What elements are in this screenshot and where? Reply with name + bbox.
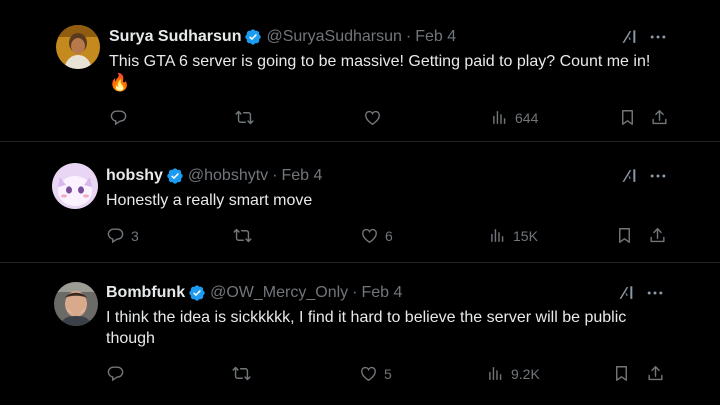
- views-count: 644: [515, 109, 539, 126]
- tweet-date[interactable]: Feb 4: [361, 283, 402, 303]
- tweet-text: Honestly a really smart move: [106, 192, 313, 209]
- bookmark-icon: [622, 110, 633, 125]
- tweet-header: Bombfunk @OW_Mercy_Only · Feb 4: [106, 283, 402, 303]
- tweet-3[interactable]: Bombfunk @OW_Mercy_Only · Feb 4 I think …: [0, 263, 720, 405]
- separator-dot: ·: [405, 28, 412, 45]
- tweet-date[interactable]: Feb 4: [282, 166, 323, 186]
- share-icon: [652, 110, 667, 125]
- more-options-icon[interactable]: [648, 27, 668, 47]
- like-button[interactable]: 6: [360, 226, 393, 245]
- grok-icon[interactable]: [620, 27, 640, 47]
- views-icon: [489, 367, 502, 380]
- verified-icon: [245, 29, 262, 45]
- verified-icon: [189, 285, 205, 301]
- author-name[interactable]: Bombfunk: [106, 283, 185, 303]
- more-options-icon[interactable]: [648, 166, 668, 186]
- author-name[interactable]: Surya Sudharsun: [109, 27, 241, 47]
- reply-button[interactable]: [106, 364, 125, 383]
- views-icon: [493, 111, 506, 124]
- tweet-header: hobshy @hobshytv · Feb 4: [106, 166, 322, 186]
- more-options-icon[interactable]: [645, 283, 665, 303]
- retweet-button[interactable]: [235, 108, 254, 127]
- retweet-button[interactable]: [233, 226, 252, 245]
- like-count: 6: [385, 227, 393, 244]
- like-icon: [362, 228, 377, 243]
- tweet-1[interactable]: Surya Sudharsun @SuryaSudharsun · Feb 4 …: [0, 0, 720, 140]
- retweet-icon: [233, 228, 252, 243]
- retweet-button[interactable]: [232, 364, 251, 383]
- author-handle[interactable]: @OW_Mercy_Only: [210, 283, 348, 303]
- bookmark-icon: [616, 366, 627, 381]
- retweet-icon: [235, 110, 254, 125]
- reply-icon: [107, 228, 124, 243]
- views-button[interactable]: 644: [490, 108, 538, 127]
- tweet-date[interactable]: Feb 4: [415, 27, 456, 47]
- views-count: 15K: [513, 227, 538, 244]
- bookmark-button[interactable]: [615, 226, 634, 245]
- verified-icon: [167, 168, 183, 184]
- reply-count: 3: [131, 227, 139, 244]
- tweet-text: I think the idea is sickkkkk, I find it …: [106, 309, 627, 347]
- author-handle[interactable]: @SuryaSudharsun: [266, 27, 401, 47]
- avatar-bombfunk[interactable]: [54, 282, 98, 326]
- tweet-header: Surya Sudharsun @SuryaSudharsun · Feb 4: [109, 27, 456, 47]
- reply-icon: [107, 366, 124, 381]
- tweet-text-line: This GTA 6 server is going to be massive…: [109, 53, 651, 70]
- bookmark-button[interactable]: [618, 108, 637, 127]
- grok-icon[interactable]: [620, 166, 640, 186]
- share-button[interactable]: [648, 226, 667, 245]
- author-handle[interactable]: @hobshytv: [188, 166, 268, 186]
- like-icon: [365, 110, 380, 125]
- views-button[interactable]: 15K: [488, 226, 538, 245]
- tweet-text: This GTA 6 server is going to be massive…: [109, 51, 699, 93]
- share-button[interactable]: [646, 364, 665, 383]
- like-button[interactable]: 5: [359, 364, 392, 383]
- avatar-hobshy[interactable]: [52, 163, 98, 209]
- like-button[interactable]: [363, 108, 382, 127]
- fire-emoji: 🔥: [109, 73, 131, 92]
- reply-button[interactable]: [109, 108, 128, 127]
- like-count: 5: [384, 365, 392, 382]
- views-button[interactable]: 9.2K: [486, 364, 540, 383]
- tweet-2[interactable]: hobshy @hobshytv · Feb 4 Honestly a real…: [0, 142, 720, 260]
- separator-dot: ·: [352, 284, 358, 301]
- share-button[interactable]: [650, 108, 669, 127]
- bookmark-icon: [619, 228, 630, 243]
- views-count: 9.2K: [511, 365, 540, 382]
- avatar-surya[interactable]: [56, 25, 100, 69]
- author-name[interactable]: hobshy: [106, 166, 163, 186]
- share-icon: [650, 228, 665, 243]
- separator-dot: ·: [272, 167, 278, 184]
- reply-button[interactable]: 3: [106, 226, 139, 245]
- reply-icon: [110, 110, 127, 125]
- grok-icon[interactable]: [617, 283, 637, 303]
- like-icon: [361, 366, 376, 381]
- bookmark-button[interactable]: [612, 364, 631, 383]
- views-icon: [491, 229, 504, 242]
- share-icon: [648, 366, 663, 381]
- retweet-icon: [232, 366, 251, 381]
